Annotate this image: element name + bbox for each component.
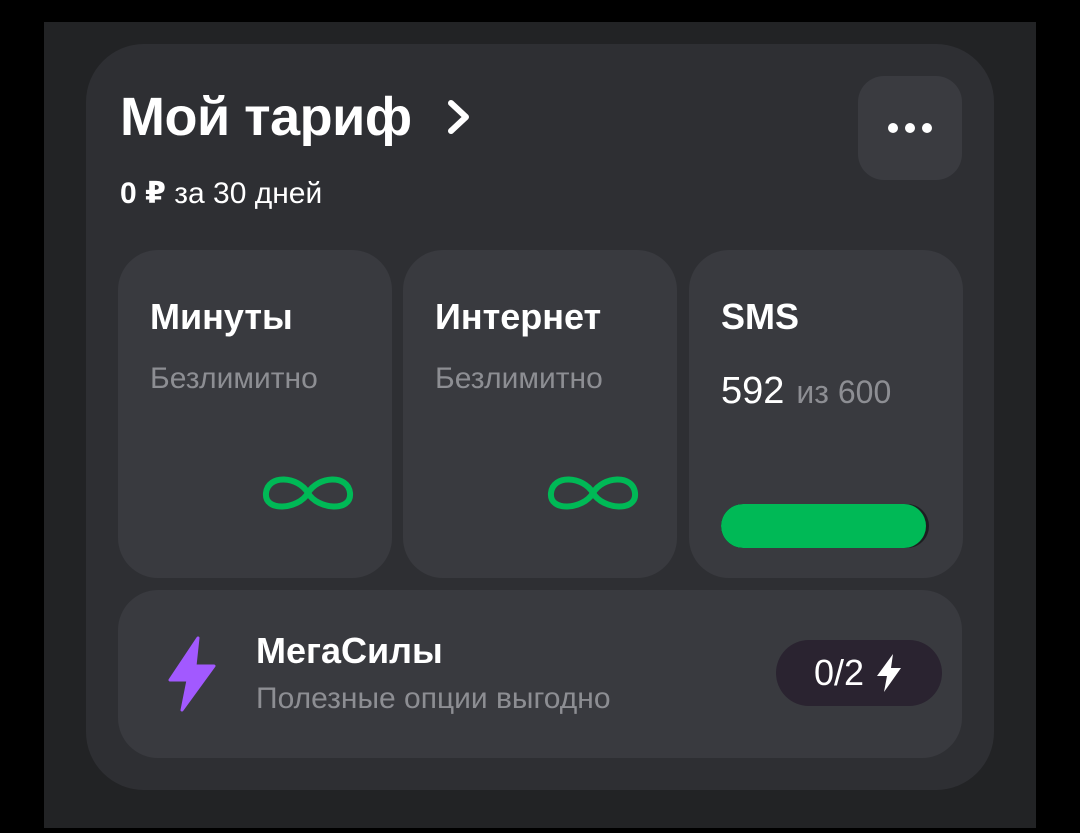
more-dots-icon [888, 123, 898, 133]
chevron-right-icon [446, 97, 472, 137]
megasily-count-badge: 0/2 [776, 640, 942, 706]
sms-title: SMS [721, 296, 800, 337]
sms-progress-fill [721, 504, 927, 548]
tariff-price: 0 ₽ [120, 177, 166, 210]
megasily-title: МегаСилы [256, 630, 443, 671]
more-options-button[interactable] [858, 76, 962, 180]
more-dots-icon-dot [922, 123, 932, 133]
internet-title: Интернет [435, 296, 602, 337]
more-dots-icon-dot [905, 123, 915, 133]
sms-progress-bar [721, 504, 929, 548]
sms-tile[interactable]: SMS 592 из 600 [689, 250, 963, 578]
minutes-tile[interactable]: Минуты Безлимитно [118, 250, 392, 578]
tariff-title: Мой тариф [120, 87, 412, 147]
internet-status: Безлимитно [435, 362, 603, 395]
minutes-title: Минуты [150, 296, 293, 337]
lightning-bolt-icon [168, 636, 216, 712]
infinity-icon [548, 476, 638, 510]
tariff-period: за 30 дней [174, 177, 323, 210]
sms-balance: 592 из 600 [721, 370, 891, 413]
megasily-subtitle: Полезные опции выгодно [256, 682, 611, 715]
internet-tile[interactable]: Интернет Безлимитно [403, 250, 677, 578]
tariff-price-line: 0 ₽ за 30 дней [120, 176, 322, 211]
megasily-count: 0/2 [813, 652, 865, 693]
lightning-small-icon [877, 654, 902, 692]
tariff-header-link[interactable]: Мой тариф [120, 86, 472, 148]
sms-total: из 600 [796, 374, 892, 410]
megasily-banner[interactable]: МегаСилы Полезные опции выгодно 0/2 [118, 590, 962, 758]
minutes-status: Безлимитно [150, 362, 318, 395]
sms-remaining: 592 [721, 370, 785, 412]
infinity-icon [263, 476, 353, 510]
